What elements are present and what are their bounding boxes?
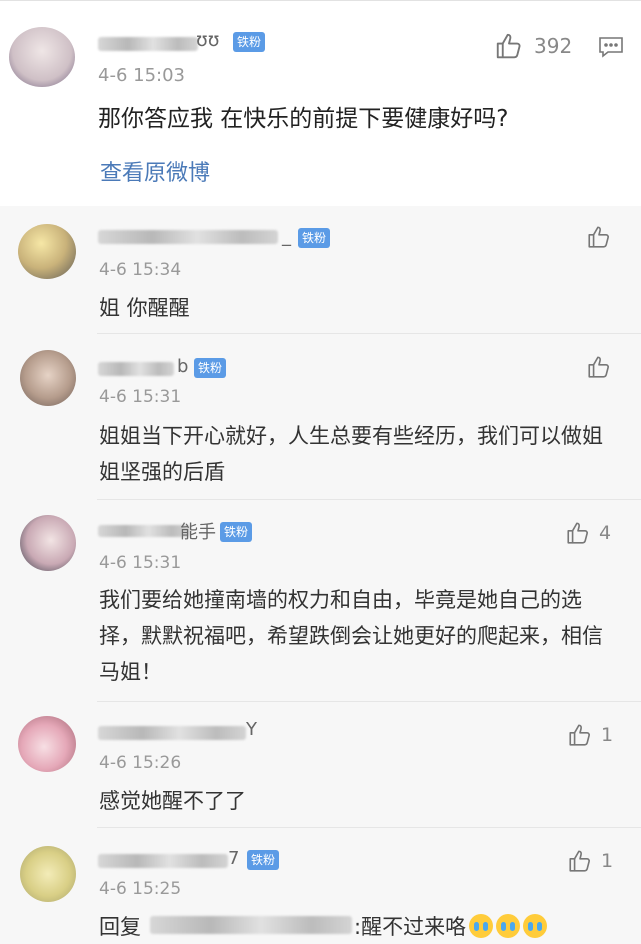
view-original-link[interactable]: 查看原微博	[100, 155, 210, 187]
like-count: 1	[601, 850, 614, 872]
avatar[interactable]	[18, 716, 76, 772]
like-button[interactable]: 392	[494, 31, 572, 61]
comment-text: 姐姐当下开心就好，人生总要有些经历，我们可以做姐姐坚强的后盾	[99, 424, 603, 484]
comment-text: 我们要给她撞南墙的权力和自由，毕竟是她自己的选择，默默祝福吧，希望跌倒会让她更好…	[99, 588, 603, 684]
reply-item: 能手 铁粉 4-6 15:31 4 我们要给她撞南墙的权力和自由，毕竟是她自己的…	[0, 500, 641, 702]
like-button[interactable]: 4	[565, 520, 611, 546]
fan-badge[interactable]: 铁粉	[233, 32, 266, 52]
comment-time: 4-6 15:31	[99, 387, 182, 407]
like-count: 1	[601, 724, 614, 746]
comment-text-body: :醒不过来咯	[354, 915, 467, 939]
thumbs-up-icon	[565, 520, 591, 546]
like-count: 4	[599, 522, 612, 544]
comment-time: 4-6 15:34	[99, 260, 182, 280]
thumbs-up-icon	[494, 31, 524, 61]
comment-time: 4-6 15:31	[99, 553, 182, 573]
username-suffix: 7	[228, 848, 240, 869]
comment-text: 那你答应我 在快乐的前提下要健康好吗?	[98, 106, 509, 132]
username-masked[interactable]	[98, 726, 246, 740]
username-suffix: b	[177, 356, 189, 377]
username-masked[interactable]	[98, 362, 174, 376]
thumbs-up-icon	[567, 722, 593, 748]
like-button[interactable]: 1	[567, 722, 613, 748]
username-masked[interactable]	[98, 230, 278, 244]
crying-emoji	[496, 914, 521, 938]
comment-time: 4-6 15:03	[98, 65, 185, 86]
thumbs-up-icon	[586, 354, 612, 380]
username-suffix: 能手	[180, 522, 216, 543]
reply-item: 7 铁粉 4-6 15:25 1 回复 :醒不过来咯	[0, 828, 641, 944]
like-button[interactable]: 1	[567, 848, 613, 874]
fan-badge[interactable]: 铁粉	[220, 522, 253, 542]
comment-text: 感觉她醒不了了	[99, 789, 246, 813]
fan-badge[interactable]: 铁粉	[298, 228, 331, 248]
crying-emoji	[469, 914, 494, 938]
thumbs-up-icon	[586, 224, 612, 250]
avatar[interactable]	[20, 515, 76, 571]
reply-item: Y 4-6 15:26 1 感觉她醒不了了	[0, 702, 641, 828]
comment-icon[interactable]	[598, 35, 624, 63]
main-comment: ʊʊ 铁粉 4-6 15:03 392 那你答应我 在快乐的前提下要健康好吗? …	[0, 0, 641, 207]
reply-item: _ 铁粉 4-6 15:34 姐 你醒醒	[0, 206, 641, 334]
username-masked[interactable]	[98, 854, 228, 868]
like-button[interactable]	[586, 224, 612, 250]
like-button[interactable]	[586, 354, 612, 380]
avatar[interactable]	[9, 27, 75, 87]
fan-badge[interactable]: 铁粉	[194, 358, 227, 378]
fan-badge[interactable]: 铁粉	[247, 850, 280, 870]
thumbs-up-icon	[567, 848, 593, 874]
comment-time: 4-6 15:26	[99, 753, 182, 773]
avatar[interactable]	[20, 350, 76, 406]
reply-item: b 铁粉 4-6 15:31 姐姐当下开心就好，人生总要有些经历，我们可以做姐姐…	[0, 334, 641, 500]
username-suffix: Y	[246, 719, 257, 740]
reply-target-masked[interactable]	[150, 916, 352, 934]
comment-text: :醒不过来咯	[354, 911, 548, 941]
username-suffix: ʊʊ	[196, 29, 220, 51]
username-suffix: _	[282, 226, 291, 247]
username-masked[interactable]	[98, 37, 198, 51]
username-masked[interactable]	[98, 525, 190, 537]
comment-text: 姐 你醒醒	[99, 296, 190, 320]
crying-emoji	[523, 914, 548, 938]
comment-time: 4-6 15:25	[99, 879, 182, 899]
avatar[interactable]	[18, 224, 76, 279]
reply-prefix: 回复	[99, 915, 141, 939]
like-count: 392	[534, 34, 573, 58]
avatar[interactable]	[20, 846, 76, 902]
